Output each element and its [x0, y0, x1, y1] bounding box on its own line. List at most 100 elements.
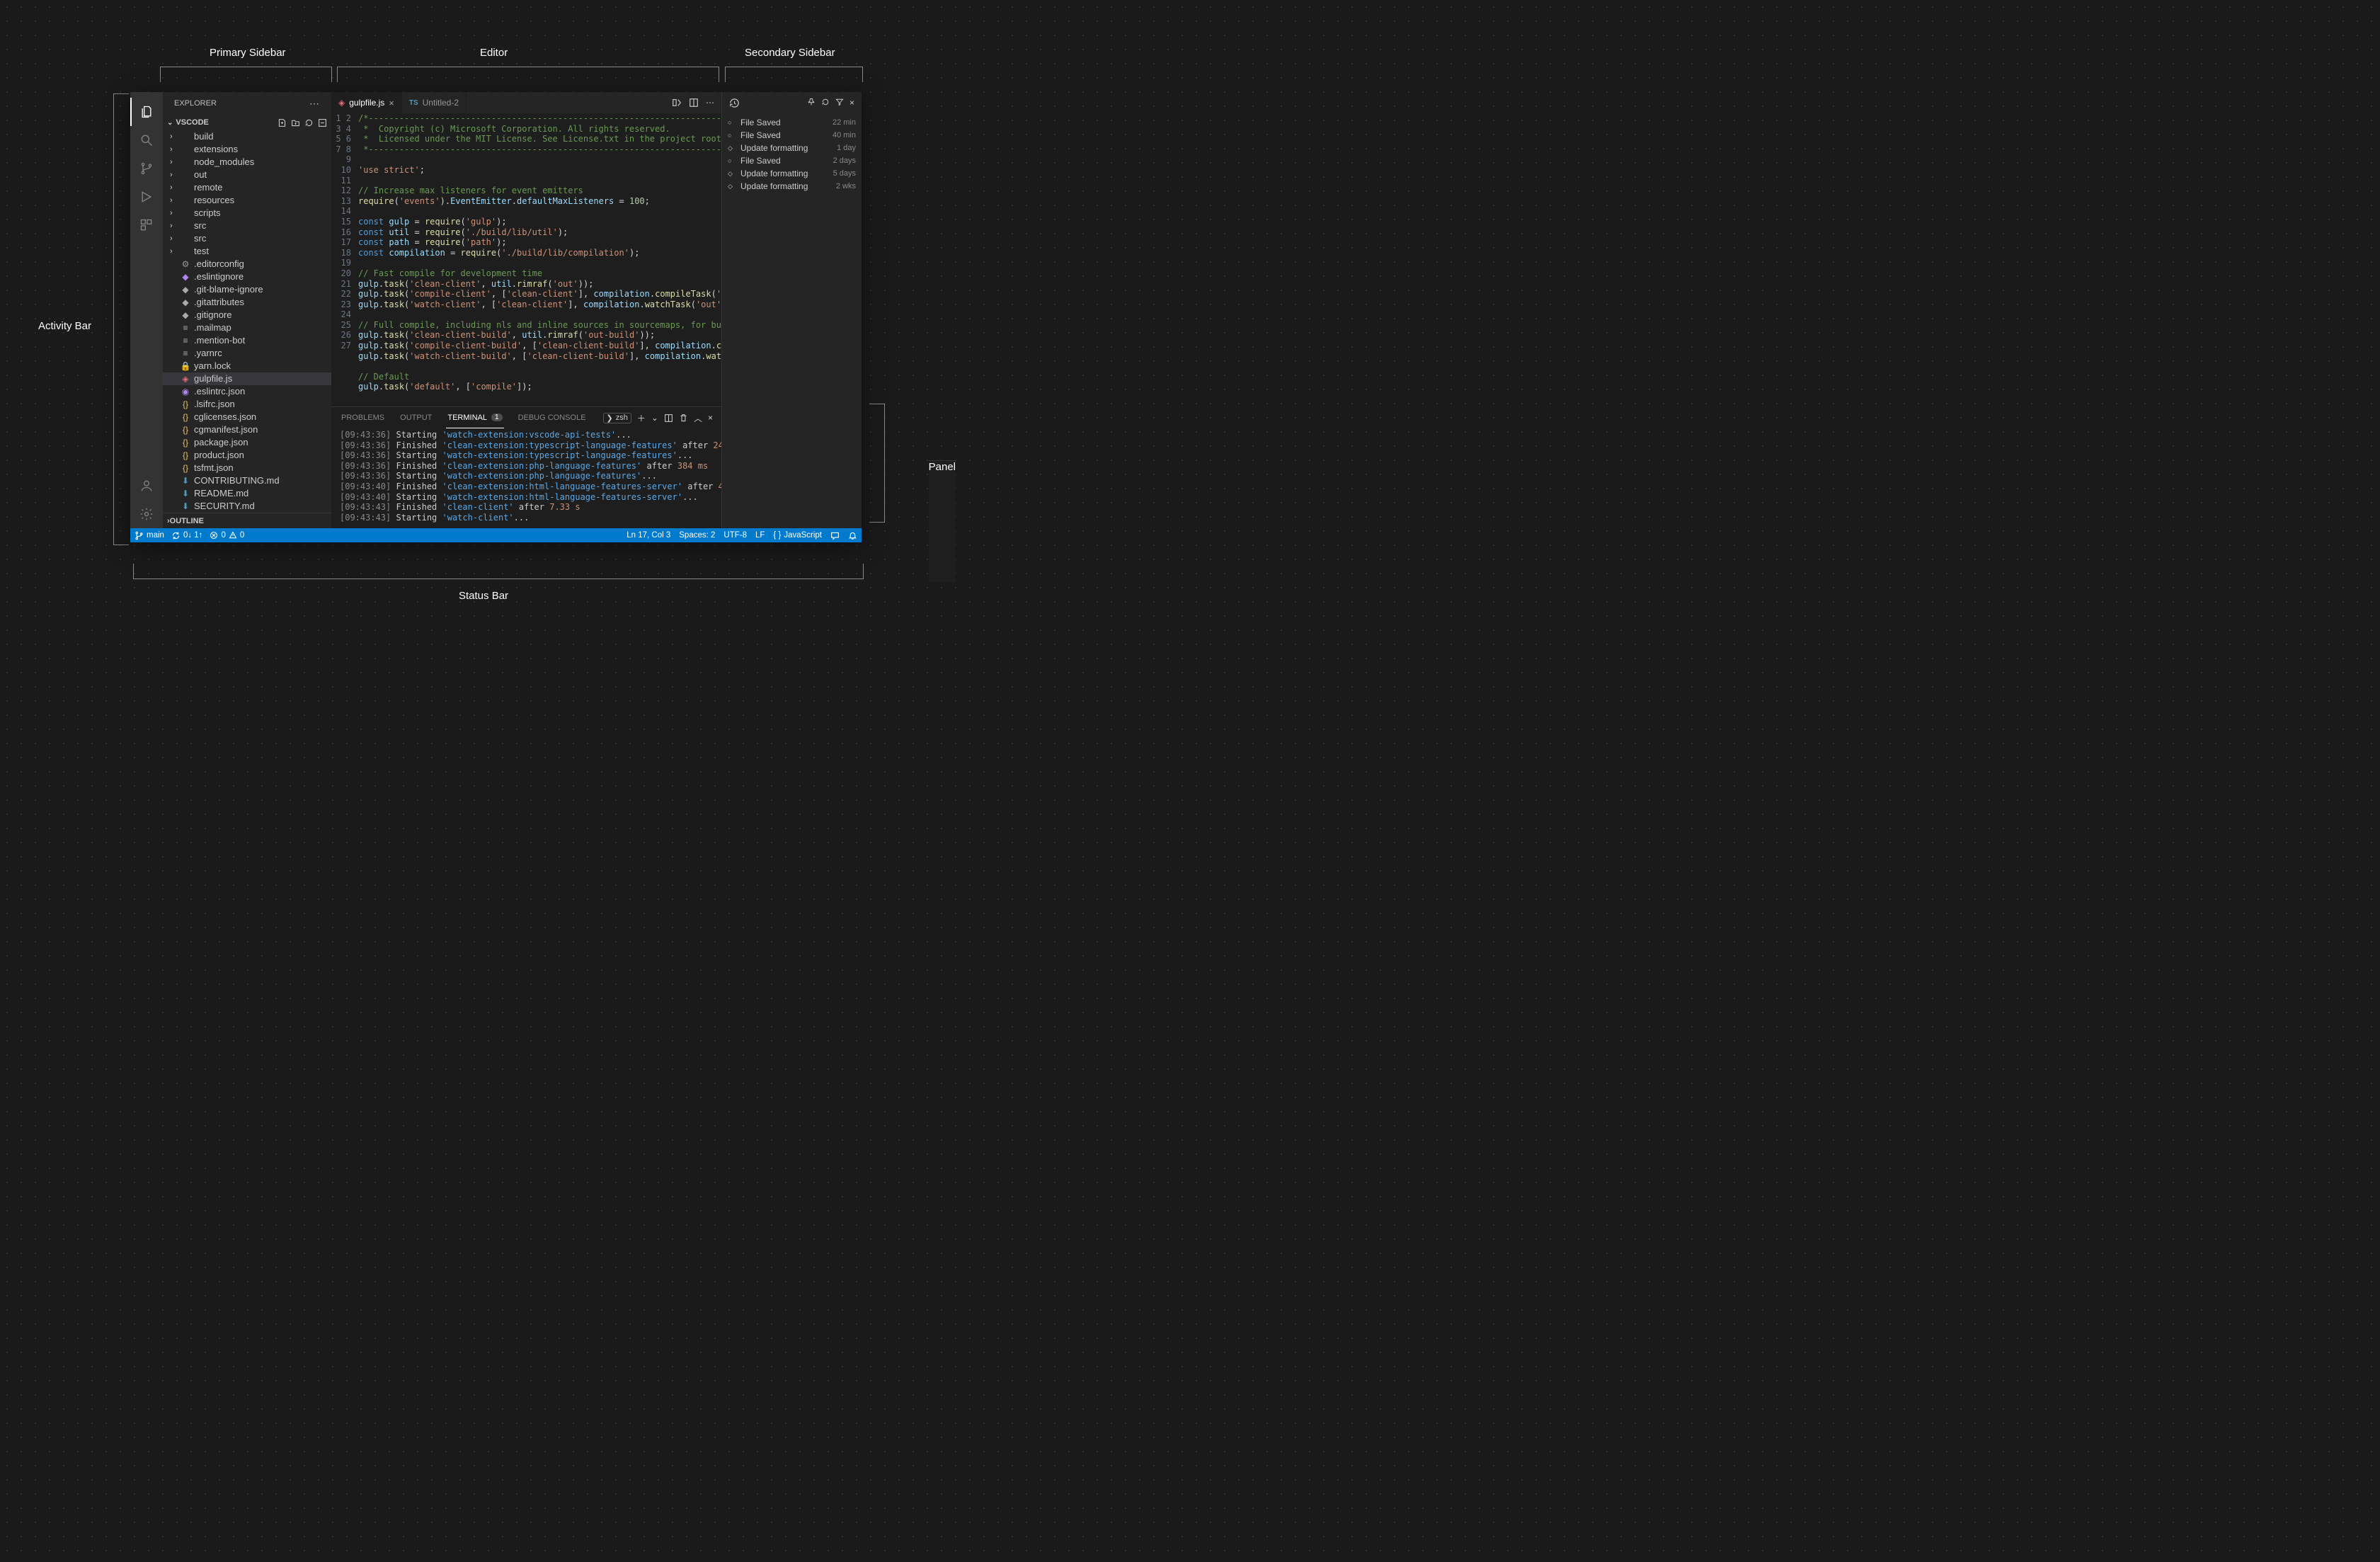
status-lang[interactable]: { }JavaScript: [773, 531, 822, 540]
panel-close-icon[interactable]: ×: [708, 413, 713, 423]
section-vscode[interactable]: ⌄VSCODE: [163, 115, 331, 130]
tree-file[interactable]: ◆.git-blame-ignore: [163, 283, 331, 296]
tree-file[interactable]: {}product.json: [163, 449, 331, 462]
branch-icon: [135, 531, 144, 540]
activity-search[interactable]: [130, 126, 163, 154]
tree-folder[interactable]: ›extensions: [163, 143, 331, 156]
status-lncol[interactable]: Ln 17, Col 3: [627, 531, 670, 540]
tree-file[interactable]: ◆.eslintignore: [163, 270, 331, 283]
tree-file[interactable]: ≡.mention-bot: [163, 334, 331, 347]
status-feedback[interactable]: [830, 531, 840, 540]
panel-tab-debug[interactable]: DEBUG CONSOLE: [517, 407, 588, 428]
activity-debug[interactable]: [130, 183, 163, 211]
close-icon[interactable]: ×: [849, 98, 854, 108]
tree-file[interactable]: {}cgmanifest.json: [163, 423, 331, 436]
editor-main: ◈ gulpfile.js × TS Untitled-2 ⋯: [331, 92, 721, 528]
tree-file[interactable]: ◈gulpfile.js: [163, 372, 331, 385]
pin-icon[interactable]: [807, 98, 816, 108]
tree-file[interactable]: {}cglicenses.json: [163, 411, 331, 423]
terminal-selector[interactable]: ❯zsh: [603, 413, 631, 423]
tab-untitled[interactable]: TS Untitled-2: [402, 92, 467, 113]
panel-tab-output[interactable]: OUTPUT: [399, 407, 433, 428]
new-file-icon[interactable]: [278, 118, 287, 127]
panel-tab-terminal[interactable]: TERMINAL1: [446, 407, 503, 428]
activity-settings[interactable]: [130, 500, 163, 528]
timeline-item[interactable]: ◇Update formatting1 day: [728, 142, 856, 154]
account-icon: [139, 479, 154, 493]
close-icon[interactable]: ×: [389, 98, 394, 108]
terminal-split-dropdown-icon[interactable]: ⌄: [651, 413, 658, 423]
label-primary-sidebar: Primary Sidebar: [210, 47, 286, 59]
terminal-output[interactable]: [09:43:36] Starting 'watch-extension:vsc…: [331, 428, 721, 528]
filter-icon[interactable]: [835, 98, 844, 108]
tree-file[interactable]: ≡.mailmap: [163, 321, 331, 334]
tree-file[interactable]: 🔒yarn.lock: [163, 360, 331, 372]
timeline-time: 1 day: [837, 144, 856, 152]
split-icon[interactable]: [689, 98, 699, 108]
status-spaces[interactable]: Spaces: 2: [679, 531, 715, 540]
timeline-item[interactable]: ○File Saved2 days: [728, 154, 856, 167]
tree-folder[interactable]: ›src: [163, 220, 331, 232]
refresh-icon[interactable]: [821, 98, 830, 108]
tree-folder[interactable]: ›remote: [163, 181, 331, 194]
tree-label: test: [194, 245, 209, 258]
code-editor[interactable]: 1 2 3 4 5 6 7 8 9 10 11 12 13 14 15 16 1…: [331, 113, 721, 406]
timeline-type-icon: ◇: [728, 170, 736, 178]
trash-icon[interactable]: [679, 414, 688, 423]
tree-file[interactable]: ≡.yarnrc: [163, 347, 331, 360]
status-branch[interactable]: main: [135, 531, 164, 540]
tree-file[interactable]: ⚙.editorconfig: [163, 258, 331, 270]
tree-file[interactable]: ⬇CONTRIBUTING.md: [163, 474, 331, 487]
tree-file[interactable]: ◉.eslintrc.json: [163, 385, 331, 398]
tree-folder[interactable]: ›node_modules: [163, 156, 331, 169]
history-icon[interactable]: [729, 98, 740, 108]
tree-folder[interactable]: ›resources: [163, 194, 331, 207]
activity-scm[interactable]: [130, 154, 163, 183]
panel-split-icon[interactable]: [664, 414, 673, 423]
warning-icon: [229, 531, 237, 540]
new-terminal-icon[interactable]: ＋: [637, 412, 646, 424]
panel-tab-problems[interactable]: PROBLEMS: [340, 407, 386, 428]
tree-file[interactable]: ⬇README.md: [163, 487, 331, 500]
tree-file[interactable]: ◆.gitattributes: [163, 296, 331, 309]
terminal-badge: 1: [491, 414, 503, 421]
tree-label: gulpfile.js: [194, 372, 232, 385]
timeline-item[interactable]: ◇Update formatting5 days: [728, 167, 856, 180]
panel-maximize-icon[interactable]: ︿: [694, 412, 702, 424]
status-eol[interactable]: LF: [755, 531, 765, 540]
chevron-down-icon: ⌄: [167, 119, 173, 127]
tree-file[interactable]: {}package.json: [163, 436, 331, 449]
status-encoding[interactable]: UTF-8: [723, 531, 747, 540]
timeline-time: 2 wks: [836, 182, 856, 190]
timeline-type-icon: ○: [728, 119, 736, 126]
activity-extensions[interactable]: [130, 211, 163, 239]
tree-folder[interactable]: ›scripts: [163, 207, 331, 220]
activity-explorer[interactable]: [130, 98, 163, 126]
tree-file[interactable]: {}tsfmt.json: [163, 462, 331, 474]
timeline-item[interactable]: ◇Update formatting2 wks: [728, 180, 856, 193]
collapse-icon[interactable]: [318, 118, 327, 127]
tree-label: .editorconfig: [194, 258, 244, 270]
status-sync[interactable]: 0↓ 1↑: [171, 531, 203, 540]
braces-icon: { }: [773, 531, 781, 540]
tree-folder[interactable]: ›out: [163, 169, 331, 181]
timeline-item[interactable]: ○File Saved22 min: [728, 116, 856, 129]
tree-folder[interactable]: ›test: [163, 245, 331, 258]
tree-folder[interactable]: ›build: [163, 130, 331, 143]
more-icon[interactable]: ⋯: [706, 98, 714, 108]
tree-file[interactable]: ⬇SECURITY.md: [163, 500, 331, 513]
activity-account[interactable]: [130, 472, 163, 500]
sidebar-more-icon[interactable]: ⋯: [309, 98, 320, 110]
tab-gulpfile[interactable]: ◈ gulpfile.js ×: [331, 92, 402, 113]
tree-folder[interactable]: ›src: [163, 232, 331, 245]
tree-file[interactable]: ◆.gitignore: [163, 309, 331, 321]
status-bell[interactable]: [848, 531, 857, 540]
new-folder-icon[interactable]: [291, 118, 300, 127]
refresh-icon[interactable]: [304, 118, 314, 127]
timeline-item[interactable]: ○File Saved40 min: [728, 129, 856, 142]
tree-file[interactable]: {}.lsifrc.json: [163, 398, 331, 411]
status-errors[interactable]: 0 0: [210, 531, 244, 540]
section-outline[interactable]: › OUTLINE: [163, 513, 331, 528]
search-icon: [139, 133, 154, 147]
diff-icon[interactable]: [672, 98, 682, 108]
